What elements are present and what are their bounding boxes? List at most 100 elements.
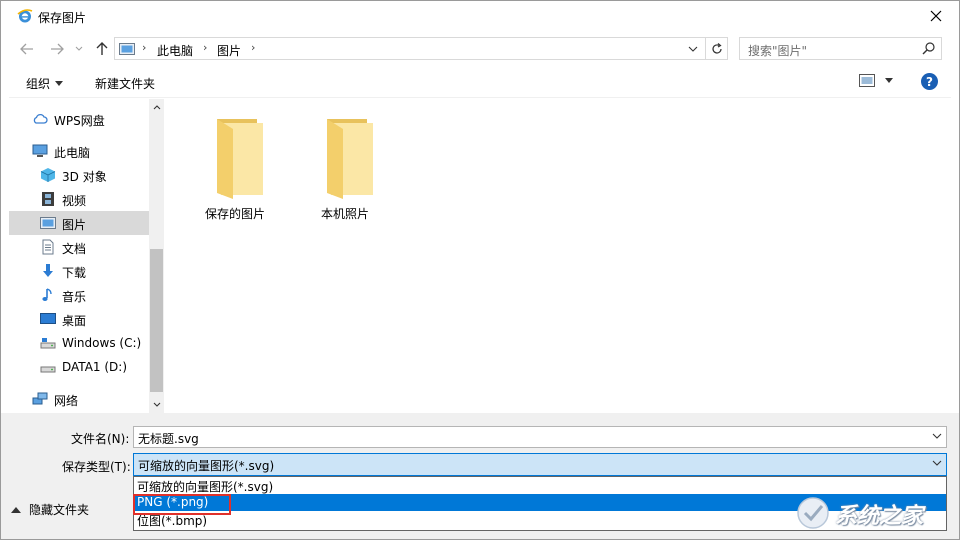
close-icon — [930, 10, 942, 22]
scroll-up-button[interactable] — [149, 99, 164, 116]
sidebar-item-label: 网络 — [54, 394, 79, 408]
sidebar-item-label: 3D 对象 — [62, 170, 107, 184]
change-view-button[interactable] — [859, 74, 893, 87]
chevron-up-icon — [153, 105, 160, 110]
sidebar-item-label: DATA1 (D:) — [62, 360, 128, 374]
arrow-right-icon — [51, 43, 64, 55]
desktop-icon — [40, 313, 56, 324]
arrow-left-icon — [20, 43, 33, 55]
file-list-area: 保存的图片 本机照片 — [166, 99, 951, 413]
drive-icon — [40, 366, 56, 373]
filetype-select[interactable]: 可缩放的向量图形(*.svg) — [133, 453, 947, 476]
drive-icon — [40, 338, 56, 349]
title-bar: 保存图片 — [1, 1, 959, 31]
sidebar-item-label: 桌面 — [62, 314, 87, 328]
film-icon — [42, 192, 54, 206]
new-folder-button[interactable]: 新建文件夹 — [95, 75, 155, 92]
command-toolbar: 组织 新建文件夹 ? — [9, 67, 951, 98]
sidebar-item-label: 音乐 — [62, 290, 87, 304]
search-placeholder: 搜索"图片" — [748, 44, 808, 58]
sidebar-item-network[interactable]: 网络 — [9, 387, 149, 411]
refresh-button[interactable] — [705, 38, 727, 59]
filetype-value: 可缩放的向量图形(*.svg) — [138, 459, 275, 473]
sidebar-item-documents[interactable]: 文档 — [9, 235, 149, 259]
cloud-icon — [33, 113, 48, 124]
search-box[interactable]: 搜索"图片" — [739, 37, 942, 60]
filename-value: 无标题.svg — [138, 432, 199, 446]
sidebar-item-pictures[interactable]: 图片 — [9, 211, 149, 235]
sidebar-item-music[interactable]: 音乐 — [9, 283, 149, 307]
back-button[interactable] — [17, 40, 37, 58]
folder-name: 本机照片 — [320, 207, 369, 221]
scrollbar-thumb[interactable] — [150, 249, 163, 392]
filename-label: 文件名(N): — [71, 432, 130, 446]
breadcrumb-pictures[interactable]: 图片 — [217, 42, 241, 59]
sidebar-item-data1-d[interactable]: DATA1 (D:) — [9, 355, 149, 379]
sidebar-item-videos[interactable]: 视频 — [9, 187, 149, 211]
refresh-icon — [711, 42, 722, 54]
breadcrumb-this-pc[interactable]: 此电脑 — [157, 42, 193, 59]
sidebar-item-label: 图片 — [62, 218, 87, 232]
folder-item[interactable]: 保存的图片 — [185, 115, 285, 225]
hide-folders-label: 隐藏文件夹 — [29, 503, 90, 517]
navigation-pane: WPS网盘 此电脑 3D 对象 视频 图片 文档 下载 音乐 桌面 Window… — [9, 99, 164, 413]
sidebar-item-desktop[interactable]: 桌面 — [9, 307, 149, 331]
window-title: 保存图片 — [38, 11, 87, 25]
arrow-up-icon — [96, 42, 108, 55]
sidebar-scrollbar[interactable] — [149, 99, 164, 413]
chevron-down-icon — [153, 402, 160, 407]
recent-locations-button[interactable] — [72, 40, 86, 58]
address-bar[interactable]: › 此电脑 › 图片 › — [114, 37, 728, 60]
close-button[interactable] — [913, 1, 959, 31]
filename-field[interactable]: 无标题.svg — [133, 426, 947, 448]
folder-name: 保存的图片 — [204, 207, 265, 221]
option-label: 可缩放的向量图形(*.svg) — [137, 480, 274, 494]
sidebar-item-label: WPS网盘 — [54, 114, 105, 128]
computer-icon — [32, 144, 48, 157]
ie-browser-icon — [17, 9, 33, 23]
folder-icon — [327, 119, 373, 199]
organize-menu-button[interactable]: 组织 — [26, 75, 64, 92]
sidebar-item-this-pc[interactable]: 此电脑 — [9, 139, 149, 163]
sidebar-item-label: 文档 — [62, 242, 87, 256]
sidebar-item-label: 此电脑 — [54, 146, 91, 160]
forward-button[interactable] — [47, 40, 67, 58]
png-highlight-annotation — [133, 494, 231, 515]
watermark: 系统之家 — [791, 489, 956, 535]
chevron-down-icon — [75, 46, 83, 51]
folder-item[interactable]: 本机照片 — [295, 115, 395, 225]
scroll-down-button[interactable] — [149, 396, 164, 413]
chevron-down-icon — [932, 460, 942, 466]
caret-down-icon — [885, 78, 893, 83]
save-image-dialog: 保存图片 › 此电脑 › 图片 › 搜索"图片" 组织 新建文件夹 ? WPS网… — [0, 0, 960, 540]
caret-up-icon — [11, 506, 21, 513]
folder-icon — [217, 119, 263, 199]
address-history-button[interactable] — [683, 39, 703, 59]
search-icon — [922, 42, 935, 55]
watermark-text: 系统之家 — [835, 504, 924, 529]
filetype-label: 保存类型(T): — [62, 460, 131, 474]
document-icon — [42, 239, 54, 255]
help-icon[interactable]: ? — [921, 73, 938, 90]
download-arrow-icon — [43, 264, 53, 277]
watermark-logo — [797, 497, 829, 529]
sidebar-item-label: Windows (C:) — [62, 336, 142, 350]
navigation-bar: › 此电脑 › 图片 › 搜索"图片" — [1, 31, 959, 67]
breadcrumb-separator-icon: › — [203, 41, 208, 54]
up-button[interactable] — [92, 40, 112, 58]
sidebar-item-downloads[interactable]: 下载 — [9, 259, 149, 283]
sidebar-item-wps-cloud[interactable]: WPS网盘 — [9, 107, 149, 131]
chevron-down-icon — [932, 433, 942, 439]
caret-down-icon — [55, 81, 64, 86]
breadcrumb-separator-icon: › — [251, 41, 256, 54]
network-icon — [32, 392, 48, 405]
view-options-icon — [859, 74, 875, 87]
picture-icon — [40, 217, 56, 229]
chevron-down-icon — [688, 46, 698, 52]
picture-folder-icon — [119, 43, 135, 55]
sidebar-item-windows-c[interactable]: Windows (C:) — [9, 331, 149, 355]
hide-folders-toggle[interactable]: 隐藏文件夹 — [9, 501, 89, 518]
sidebar-item-3d-objects[interactable]: 3D 对象 — [9, 163, 149, 187]
sidebar-item-label: 下载 — [62, 266, 87, 280]
music-note-icon — [42, 288, 52, 301]
